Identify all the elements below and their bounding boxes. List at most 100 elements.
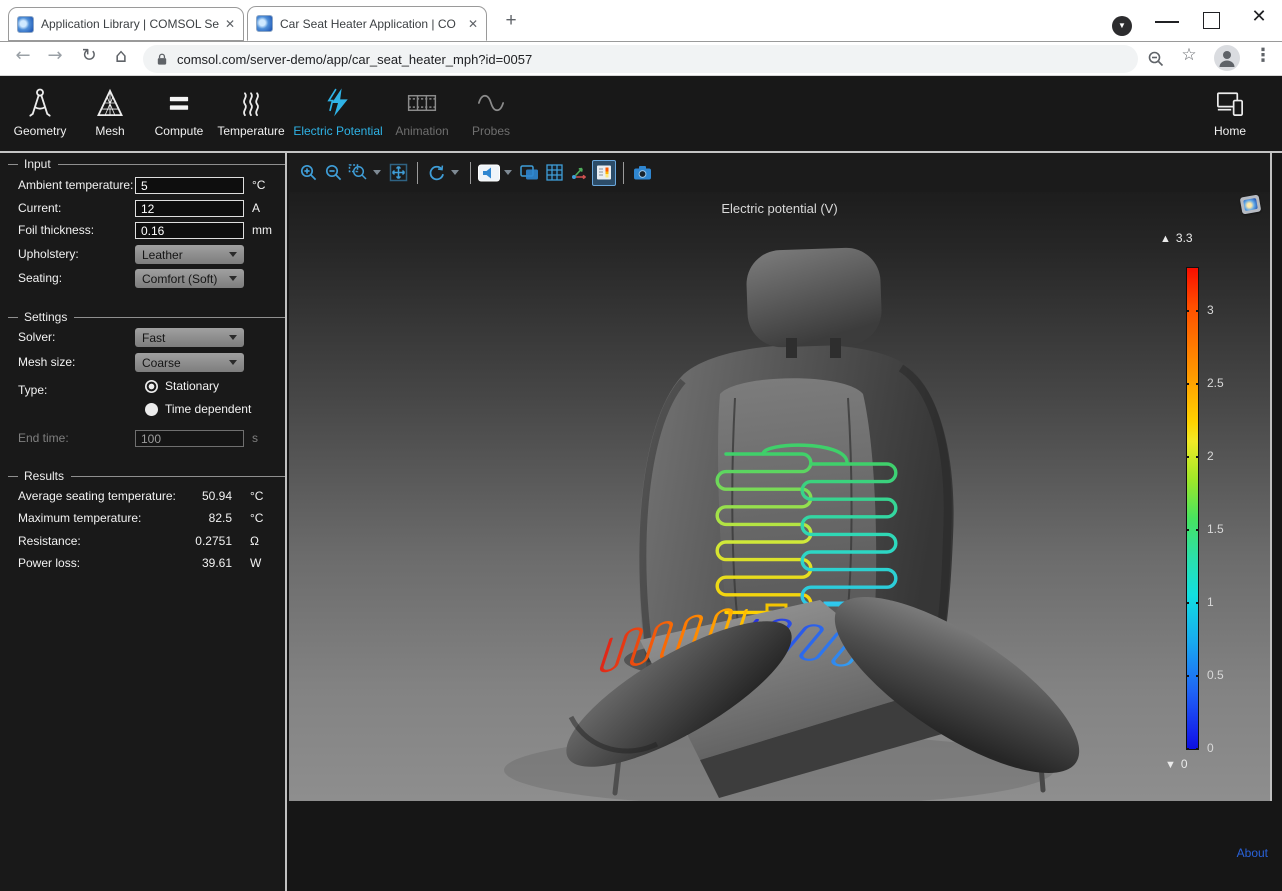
- comsol-favicon-icon: [256, 15, 273, 32]
- result-unit: °C: [250, 511, 263, 525]
- tab-title: Car Seat Heater Application | CO: [280, 17, 462, 31]
- radio-label: Stationary: [165, 379, 219, 393]
- color-legend-button[interactable]: [592, 160, 616, 186]
- zoom-in-button[interactable]: [296, 160, 320, 186]
- tab-close-icon[interactable]: ✕: [468, 17, 478, 31]
- field-label: Current:: [18, 201, 61, 215]
- field-unit: A: [252, 201, 260, 215]
- back-icon[interactable]: ←: [10, 45, 36, 66]
- lock-icon: [155, 51, 169, 67]
- foil-thickness-input[interactable]: [135, 222, 244, 239]
- grid-button[interactable]: [542, 160, 566, 186]
- zoom-out-button[interactable]: [321, 160, 345, 186]
- result-label: Maximum temperature:: [18, 511, 141, 525]
- group-title-input: Input: [8, 157, 285, 171]
- address-bar[interactable]: comsol.com/server-demo/app/car_seat_heat…: [143, 45, 1138, 73]
- reload-icon[interactable]: ↻: [76, 45, 102, 66]
- zoom-level-icon[interactable]: [1143, 50, 1169, 68]
- new-tab-button[interactable]: +: [499, 9, 523, 33]
- result-unit: °C: [250, 489, 263, 503]
- ribbon-label: Temperature: [217, 124, 284, 138]
- chevron-down-icon[interactable]: [373, 170, 381, 175]
- axes-orientation-button[interactable]: [567, 160, 591, 186]
- upholstery-dropdown[interactable]: Leather: [135, 245, 244, 264]
- comsol-favicon-icon: [17, 16, 34, 33]
- chevron-down-icon[interactable]: [451, 170, 459, 175]
- forward-icon[interactable]: →: [42, 45, 68, 66]
- colorbar-max-marker: ▲3.3: [1160, 231, 1193, 245]
- browser-navbar: ← → ↻ ⌂ comsol.com/server-demo/app/car_s…: [0, 42, 1282, 76]
- window-minimize-button[interactable]: [1155, 10, 1179, 23]
- field-label: Seating:: [18, 271, 62, 285]
- seating-dropdown[interactable]: Comfort (Soft): [135, 269, 244, 288]
- radio-selected-icon: [145, 380, 158, 393]
- field-unit: s: [252, 431, 258, 445]
- ambient-temperature-input[interactable]: [135, 177, 244, 194]
- toolbar-separator: [417, 162, 418, 184]
- radio-label: Time dependent: [165, 402, 251, 416]
- mesh-size-dropdown[interactable]: Coarse: [135, 353, 244, 372]
- plot-canvas[interactable]: Electric potential (V) ▲3.3 3 2.5 2 1.5 …: [289, 192, 1270, 801]
- triangle-up-icon: ▲: [1160, 233, 1171, 245]
- ribbon-label: Home: [1214, 124, 1246, 138]
- bookmark-star-icon[interactable]: ☆: [1176, 45, 1202, 65]
- colorbar: [1186, 267, 1199, 750]
- home-devices-icon: [1175, 86, 1282, 122]
- profile-avatar[interactable]: [1214, 45, 1240, 71]
- ribbon-button-probes: Probes: [436, 86, 546, 140]
- ribbon-label: Probes: [472, 124, 510, 138]
- radio-time-dependent[interactable]: Time dependent: [145, 402, 251, 416]
- window-maximize-button[interactable]: [1203, 12, 1220, 29]
- browser-window: Application Library | COMSOL Se ✕ Car Se…: [0, 0, 1282, 891]
- graphics-toolbar: [289, 153, 1270, 192]
- zoom-extents-button[interactable]: [386, 160, 410, 186]
- field-label: Mesh size:: [18, 355, 75, 369]
- settings-sidebar: Input Ambient temperature: °C Current: A…: [0, 153, 287, 891]
- result-value: 82.5: [135, 511, 232, 525]
- car-seat-3d-render: [289, 192, 1270, 801]
- default-view-button[interactable]: [477, 160, 501, 186]
- result-unit: W: [250, 556, 261, 570]
- about-link[interactable]: About: [1237, 846, 1268, 860]
- field-label: Upholstery:: [18, 247, 79, 261]
- sine-wave-icon: [436, 86, 546, 122]
- current-input[interactable]: [135, 200, 244, 217]
- field-label: Foil thickness:: [18, 223, 94, 237]
- home-icon[interactable]: ⌂: [108, 45, 134, 67]
- chevron-down-icon: [229, 276, 237, 281]
- app-ribbon: Geometry Mesh Compute: [0, 76, 1282, 153]
- window-close-button[interactable]: ✕: [1247, 6, 1271, 27]
- tab-title: Application Library | COMSOL Se: [41, 17, 219, 31]
- field-unit: °C: [252, 178, 265, 192]
- ribbon-button-home[interactable]: Home: [1175, 86, 1282, 140]
- dropdown-value: Fast: [142, 331, 165, 345]
- ribbon-label: Mesh: [95, 124, 124, 138]
- url-text: comsol.com/server-demo/app/car_seat_heat…: [177, 52, 532, 67]
- chevron-down-icon[interactable]: [504, 170, 512, 175]
- browser-menu-icon[interactable]: ⋮: [1250, 45, 1276, 66]
- reset-view-button[interactable]: [424, 160, 448, 186]
- tab-search-button[interactable]: ▼: [1112, 16, 1132, 36]
- solver-dropdown[interactable]: Fast: [135, 328, 244, 347]
- comsol-logo: [1239, 195, 1263, 216]
- zoom-box-button[interactable]: [346, 160, 370, 186]
- group-title-results: Results: [8, 469, 285, 483]
- browser-titlebar: Application Library | COMSOL Se ✕ Car Se…: [0, 0, 1282, 42]
- end-time-input: [135, 430, 244, 447]
- toolbar-separator: [623, 162, 624, 184]
- screenshot-camera-button[interactable]: [630, 160, 654, 186]
- comsol-app: Geometry Mesh Compute: [0, 76, 1282, 891]
- browser-tab-car-seat-heater[interactable]: Car Seat Heater Application | CO ✕: [247, 6, 487, 41]
- result-label: Resistance:: [18, 534, 81, 548]
- scene-settings-button[interactable]: [517, 160, 541, 186]
- dropdown-value: Comfort (Soft): [142, 272, 217, 286]
- radio-stationary[interactable]: Stationary: [145, 379, 219, 393]
- chevron-down-icon: [229, 252, 237, 257]
- result-value: 39.61: [135, 556, 232, 570]
- graphics-area: Electric potential (V) ▲3.3 3 2.5 2 1.5 …: [289, 153, 1272, 801]
- field-label: Ambient temperature:: [18, 178, 133, 192]
- browser-tab-application-library[interactable]: Application Library | COMSOL Se ✕: [8, 7, 244, 41]
- group-title-settings: Settings: [8, 310, 285, 324]
- tab-close-icon[interactable]: ✕: [225, 17, 235, 31]
- field-label: Type:: [18, 383, 47, 397]
